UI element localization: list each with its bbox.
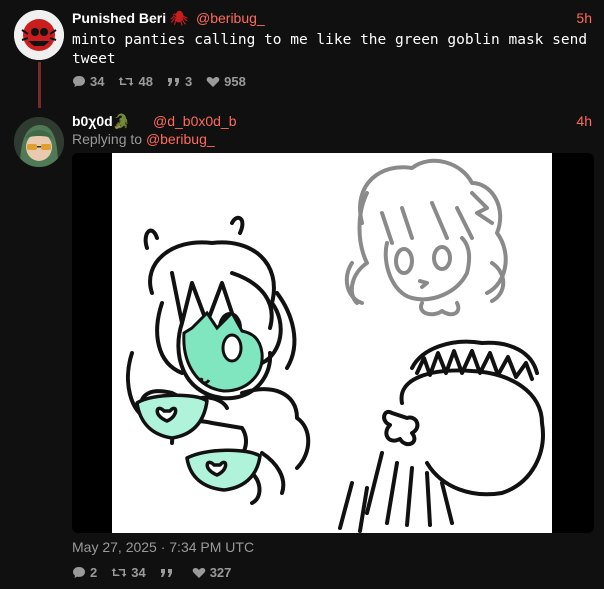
quote-icon xyxy=(160,568,172,577)
author-handle[interactable]: @d_b0x0d_b xyxy=(153,113,237,129)
retweet-stat[interactable]: 34 xyxy=(111,565,146,580)
drawing-canvas xyxy=(112,153,552,533)
replying-to: Replying to @beribug_ xyxy=(72,131,215,147)
retweet-stat[interactable]: 48 xyxy=(118,74,153,89)
heart-icon xyxy=(192,567,206,578)
reply-stat[interactable]: 34 xyxy=(72,74,104,89)
tweet-date[interactable]: May 27, 2025 · 7:34 PM UTC xyxy=(72,539,254,555)
tweet-time[interactable]: 5h xyxy=(576,10,592,26)
comment-icon xyxy=(73,567,85,578)
like-stat[interactable]: 958 xyxy=(206,74,246,89)
avatar-b0x0d[interactable] xyxy=(14,117,64,167)
tweet-time[interactable]: 4h xyxy=(576,113,592,129)
heart-icon xyxy=(206,76,220,87)
reply-stat[interactable]: 2 xyxy=(72,565,97,580)
drawing-illustration xyxy=(126,158,545,533)
tweet-text: minto panties calling to me like the gre… xyxy=(72,32,588,67)
tweet-stats: 2 34 327 xyxy=(72,565,231,580)
author-name[interactable]: b0χ0d🐊 xyxy=(72,113,130,130)
quote-icon xyxy=(167,77,179,86)
tweet-image[interactable] xyxy=(72,153,594,533)
like-stat[interactable]: 327 xyxy=(192,565,231,580)
retweet-icon xyxy=(111,568,127,577)
tweet-stats: 34 48 3 958 xyxy=(72,74,246,89)
author-name[interactable]: Punished Beri 🕷 xyxy=(72,10,188,27)
avatar-punished-beri[interactable] xyxy=(14,10,64,60)
comment-icon xyxy=(73,76,85,87)
tweet-original[interactable]: Punished Beri 🕷 @beribug_ 5h minto panti… xyxy=(0,0,604,108)
tweet-reply[interactable]: b0χ0d🐊 @d_b0x0d_b 4h Replying to @beribu… xyxy=(0,105,604,589)
author-handle[interactable]: @beribug_ xyxy=(196,10,265,26)
quote-stat[interactable]: 3 xyxy=(167,74,192,89)
reply-to-handle[interactable]: @beribug_ xyxy=(146,131,215,147)
retweet-icon xyxy=(118,77,134,86)
thread-connector xyxy=(38,62,41,108)
spider-emoji: 🕷 xyxy=(170,10,188,26)
quote-stat[interactable] xyxy=(160,565,178,580)
